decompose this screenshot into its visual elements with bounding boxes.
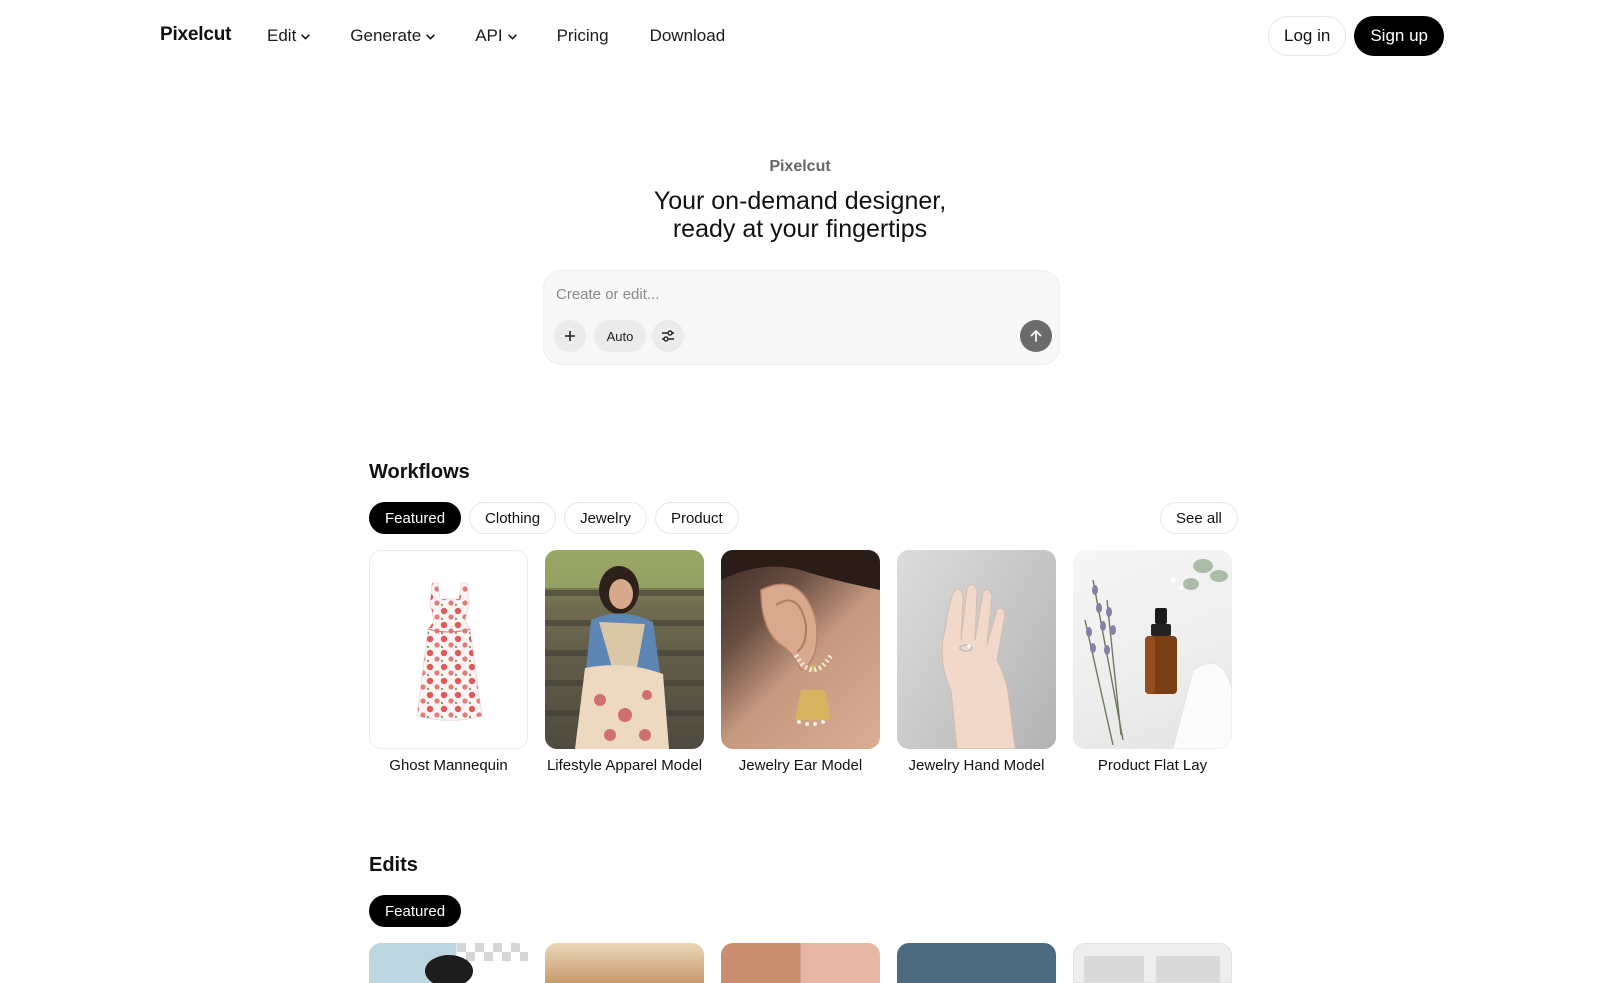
woman-denim-jacket-image <box>545 550 704 749</box>
nav-edit[interactable]: Edit <box>267 26 311 46</box>
login-button[interactable]: Log in <box>1268 16 1347 56</box>
workflows-tabs: Featured Clothing Jewelry Product <box>369 502 739 534</box>
top-nav: Pixelcut Edit Generate API Pricing Downl… <box>0 0 1600 72</box>
floral-dress-image <box>369 550 528 749</box>
plus-icon <box>565 331 575 341</box>
workflow-card-jewelry-ear-model[interactable]: Jewelry Ear Model <box>721 550 880 774</box>
card-label: Lifestyle Apparel Model <box>546 757 703 774</box>
brand-logo[interactable]: Pixelcut <box>160 24 231 46</box>
edit-card-thumbnail[interactable] <box>369 943 528 983</box>
prompt-input[interactable] <box>556 281 1036 307</box>
chevron-down-icon <box>507 33 517 40</box>
hero-title: Your on-demand designer, ready at your f… <box>0 187 1600 243</box>
checkerboard-pattern <box>1084 956 1220 982</box>
nav-download[interactable]: Download <box>650 26 726 46</box>
auto-mode-button[interactable]: Auto <box>594 320 646 352</box>
edits-tabs: Featured <box>369 895 462 927</box>
tab-jewelry[interactable]: Jewelry <box>564 502 647 534</box>
edit-card-thumbnail[interactable] <box>721 943 880 983</box>
chevron-down-icon <box>301 33 311 40</box>
prompt-box: Auto <box>543 270 1060 365</box>
arrow-up-icon <box>1030 330 1042 342</box>
ear-earring-image <box>721 550 880 749</box>
nav-generate[interactable]: Generate <box>350 26 436 46</box>
card-label: Product Flat Lay <box>1097 757 1208 774</box>
nav-download-label: Download <box>649 26 726 45</box>
workflow-cards: Ghost Mannequin Lifestyle Apparel Model … <box>369 550 1232 774</box>
edit-card-thumbnail[interactable] <box>897 943 1056 983</box>
workflow-card-lifestyle-apparel-model[interactable]: Lifestyle Apparel Model <box>545 550 704 774</box>
nav-api-label: API <box>475 26 503 45</box>
adjust-settings-button[interactable] <box>652 320 684 352</box>
checkerboard-pattern <box>425 943 528 983</box>
workflows-title: Workflows <box>369 461 470 483</box>
nav-links: Edit Generate API Pricing Download <box>267 26 725 46</box>
hero-title-line-1: Your on-demand designer, <box>653 187 947 215</box>
tab-featured[interactable]: Featured <box>369 895 462 927</box>
card-label: Jewelry Ear Model <box>738 757 863 774</box>
tab-featured[interactable]: Featured <box>369 502 462 534</box>
workflow-card-ghost-mannequin[interactable]: Ghost Mannequin <box>369 550 528 774</box>
nav-api[interactable]: API <box>475 26 517 46</box>
tab-clothing[interactable]: Clothing <box>469 502 557 534</box>
workflow-card-jewelry-hand-model[interactable]: Jewelry Hand Model <box>897 550 1056 774</box>
nav-edit-label: Edit <box>267 26 297 45</box>
add-attachment-button[interactable] <box>554 320 586 352</box>
hero-title-line-2: ready at your fingertips <box>672 215 928 243</box>
chevron-down-icon <box>426 33 436 40</box>
see-all-button[interactable]: See all <box>1160 502 1238 534</box>
edit-card-thumbnail[interactable] <box>545 943 704 983</box>
auth-buttons: Log in Sign up <box>1268 16 1444 56</box>
card-label: Jewelry Hand Model <box>908 757 1045 774</box>
send-button[interactable] <box>1020 320 1052 352</box>
nav-generate-label: Generate <box>350 26 422 45</box>
serum-bottle-lavender-image <box>1073 550 1232 749</box>
nav-pricing-label: Pricing <box>556 26 609 45</box>
edits-title: Edits <box>369 854 418 876</box>
tab-product[interactable]: Product <box>654 502 739 534</box>
workflow-card-product-flat-lay[interactable]: Product Flat Lay <box>1073 550 1232 774</box>
nav-pricing[interactable]: Pricing <box>557 26 609 46</box>
signup-button[interactable]: Sign up <box>1354 16 1444 56</box>
hand-ring-image <box>897 550 1056 749</box>
edit-card-thumbnail[interactable] <box>1073 943 1232 983</box>
hero-eyebrow: Pixelcut <box>769 158 831 175</box>
edit-cards <box>369 943 1232 983</box>
sliders-icon <box>662 330 674 342</box>
card-label: Ghost Mannequin <box>389 757 508 774</box>
